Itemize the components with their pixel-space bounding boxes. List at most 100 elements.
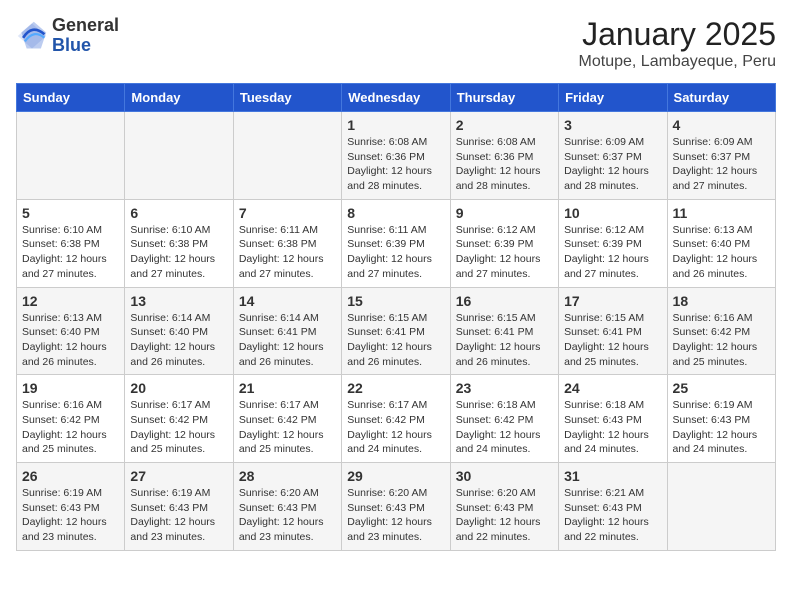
calendar-cell: 15Sunrise: 6:15 AM Sunset: 6:41 PM Dayli…	[342, 287, 450, 375]
calendar-cell: 5 Sunrise: 6:10 AM Sunset: 6:38 PM Daylig…	[17, 199, 125, 287]
day-info: Sunrise: 6:09 AM Sunset: 6:37 PM Dayligh…	[673, 135, 770, 194]
day-info: Sunrise: 6:08 AM Sunset: 6:36 PM Dayligh…	[456, 135, 553, 194]
calendar-cell	[17, 112, 125, 200]
day-info: Sunrise: 6:16 AM Sunset: 6:42 PM Dayligh…	[673, 311, 770, 370]
day-number: 26	[22, 468, 119, 484]
header-sunday: Sunday	[17, 84, 125, 112]
day-info: Sunrise: 6:10 AM Sunset: 6:38 PM Dayligh…	[22, 223, 119, 282]
day-number: 3	[564, 117, 661, 133]
day-number: 2	[456, 117, 553, 133]
logo-icon	[16, 20, 48, 52]
day-info: Sunrise: 6:09 AM Sunset: 6:37 PM Dayligh…	[564, 135, 661, 194]
calendar-cell: 27 Sunrise: 6:19 AM Sunset: 6:43 PM Dayli…	[125, 463, 233, 551]
page-subtitle: Motupe, Lambayeque, Peru	[579, 53, 776, 71]
day-info: Sunrise: 6:20 AM Sunset: 6:43 PM Dayligh…	[347, 486, 444, 545]
logo-text: General Blue	[52, 16, 119, 56]
day-info: Sunrise: 6:19 AM Sunset: 6:43 PM Dayligh…	[130, 486, 227, 545]
day-number: 11	[673, 205, 770, 221]
day-info: Sunrise: 6:14 AM Sunset: 6:41 PM Dayligh…	[239, 311, 336, 370]
day-info: Sunrise: 6:12 AM Sunset: 6:39 PM Dayligh…	[564, 223, 661, 282]
day-number: 5	[22, 205, 119, 221]
day-info: Sunrise: 6:18 AM Sunset: 6:42 PM Dayligh…	[456, 398, 553, 457]
day-number: 14	[239, 293, 336, 309]
day-number: 9	[456, 205, 553, 221]
day-info: Sunrise: 6:17 AM Sunset: 6:42 PM Dayligh…	[347, 398, 444, 457]
calendar-cell: 31 Sunrise: 6:21 AM Sunset: 6:43 PM Dayli…	[559, 463, 667, 551]
calendar-cell: 29 Sunrise: 6:20 AM Sunset: 6:43 PM Dayli…	[342, 463, 450, 551]
calendar-cell: 28 Sunrise: 6:20 AM Sunset: 6:43 PM Dayli…	[233, 463, 341, 551]
day-info: Sunrise: 6:11 AM Sunset: 6:38 PM Dayligh…	[239, 223, 336, 282]
day-info: Sunrise: 6:08 AM Sunset: 6:36 PM Dayligh…	[347, 135, 444, 194]
day-number: 16	[456, 293, 553, 309]
calendar-cell: 9 Sunrise: 6:12 AM Sunset: 6:39 PM Daylig…	[450, 199, 558, 287]
day-number: 10	[564, 205, 661, 221]
day-number: 7	[239, 205, 336, 221]
day-info: Sunrise: 6:12 AM Sunset: 6:39 PM Dayligh…	[456, 223, 553, 282]
day-number: 29	[347, 468, 444, 484]
day-number: 17	[564, 293, 661, 309]
day-info: Sunrise: 6:13 AM Sunset: 6:40 PM Dayligh…	[673, 223, 770, 282]
day-number: 18	[673, 293, 770, 309]
calendar-cell: 14 Sunrise: 6:14 AM Sunset: 6:41 PM Dayli…	[233, 287, 341, 375]
logo-blue-text: Blue	[52, 36, 119, 56]
day-number: 25	[673, 380, 770, 396]
title-block: January 2025 Motupe, Lambayeque, Peru	[579, 16, 776, 71]
day-number: 12	[22, 293, 119, 309]
calendar-table: SundayMondayTuesdayWednesdayThursdayFrid…	[16, 83, 776, 551]
day-number: 1	[347, 117, 444, 133]
calendar-cell: 21Sunrise: 6:17 AM Sunset: 6:42 PM Dayli…	[233, 375, 341, 463]
calendar-body: 1 Sunrise: 6:08 AM Sunset: 6:36 PM Daylig…	[17, 112, 776, 551]
calendar-cell: 16Sunrise: 6:15 AM Sunset: 6:41 PM Dayli…	[450, 287, 558, 375]
calendar-cell: 26 Sunrise: 6:19 AM Sunset: 6:43 PM Dayli…	[17, 463, 125, 551]
calendar-cell: 10 Sunrise: 6:12 AM Sunset: 6:39 PM Dayli…	[559, 199, 667, 287]
day-number: 30	[456, 468, 553, 484]
header-tuesday: Tuesday	[233, 84, 341, 112]
page-header: General Blue January 2025 Motupe, Lambay…	[16, 16, 776, 71]
day-info: Sunrise: 6:21 AM Sunset: 6:43 PM Dayligh…	[564, 486, 661, 545]
calendar-header: SundayMondayTuesdayWednesdayThursdayFrid…	[17, 84, 776, 112]
day-info: Sunrise: 6:15 AM Sunset: 6:41 PM Dayligh…	[564, 311, 661, 370]
day-number: 31	[564, 468, 661, 484]
day-number: 24	[564, 380, 661, 396]
day-number: 20	[130, 380, 227, 396]
calendar-cell: 30 Sunrise: 6:20 AM Sunset: 6:43 PM Dayli…	[450, 463, 558, 551]
calendar-cell: 8 Sunrise: 6:11 AM Sunset: 6:39 PM Daylig…	[342, 199, 450, 287]
day-number: 4	[673, 117, 770, 133]
week-row-1: 1 Sunrise: 6:08 AM Sunset: 6:36 PM Daylig…	[17, 112, 776, 200]
week-row-2: 5 Sunrise: 6:10 AM Sunset: 6:38 PM Daylig…	[17, 199, 776, 287]
calendar-cell: 20 Sunrise: 6:17 AM Sunset: 6:42 PM Dayli…	[125, 375, 233, 463]
day-info: Sunrise: 6:11 AM Sunset: 6:39 PM Dayligh…	[347, 223, 444, 282]
week-row-4: 19Sunrise: 6:16 AM Sunset: 6:42 PM Dayli…	[17, 375, 776, 463]
calendar-cell: 12Sunrise: 6:13 AM Sunset: 6:40 PM Dayli…	[17, 287, 125, 375]
logo: General Blue	[16, 16, 119, 56]
calendar-cell: 3 Sunrise: 6:09 AM Sunset: 6:37 PM Daylig…	[559, 112, 667, 200]
logo-general-text: General	[52, 16, 119, 36]
calendar-cell: 6 Sunrise: 6:10 AM Sunset: 6:38 PM Daylig…	[125, 199, 233, 287]
day-number: 28	[239, 468, 336, 484]
calendar-cell: 24Sunrise: 6:18 AM Sunset: 6:43 PM Dayli…	[559, 375, 667, 463]
day-number: 15	[347, 293, 444, 309]
day-info: Sunrise: 6:19 AM Sunset: 6:43 PM Dayligh…	[22, 486, 119, 545]
day-info: Sunrise: 6:17 AM Sunset: 6:42 PM Dayligh…	[130, 398, 227, 457]
day-number: 8	[347, 205, 444, 221]
day-number: 13	[130, 293, 227, 309]
day-number: 27	[130, 468, 227, 484]
calendar-cell	[667, 463, 775, 551]
day-number: 22	[347, 380, 444, 396]
day-info: Sunrise: 6:20 AM Sunset: 6:43 PM Dayligh…	[456, 486, 553, 545]
calendar-cell: 11 Sunrise: 6:13 AM Sunset: 6:40 PM Dayli…	[667, 199, 775, 287]
calendar-cell	[125, 112, 233, 200]
calendar-cell: 23Sunrise: 6:18 AM Sunset: 6:42 PM Dayli…	[450, 375, 558, 463]
calendar-cell: 25Sunrise: 6:19 AM Sunset: 6:43 PM Dayli…	[667, 375, 775, 463]
day-info: Sunrise: 6:20 AM Sunset: 6:43 PM Dayligh…	[239, 486, 336, 545]
day-number: 6	[130, 205, 227, 221]
calendar-cell: 22 Sunrise: 6:17 AM Sunset: 6:42 PM Dayli…	[342, 375, 450, 463]
calendar-cell: 7 Sunrise: 6:11 AM Sunset: 6:38 PM Daylig…	[233, 199, 341, 287]
day-info: Sunrise: 6:16 AM Sunset: 6:42 PM Dayligh…	[22, 398, 119, 457]
day-info: Sunrise: 6:14 AM Sunset: 6:40 PM Dayligh…	[130, 311, 227, 370]
day-number: 21	[239, 380, 336, 396]
day-info: Sunrise: 6:10 AM Sunset: 6:38 PM Dayligh…	[130, 223, 227, 282]
calendar-cell: 2 Sunrise: 6:08 AM Sunset: 6:36 PM Daylig…	[450, 112, 558, 200]
header-row: SundayMondayTuesdayWednesdayThursdayFrid…	[17, 84, 776, 112]
calendar-cell: 17 Sunrise: 6:15 AM Sunset: 6:41 PM Dayli…	[559, 287, 667, 375]
